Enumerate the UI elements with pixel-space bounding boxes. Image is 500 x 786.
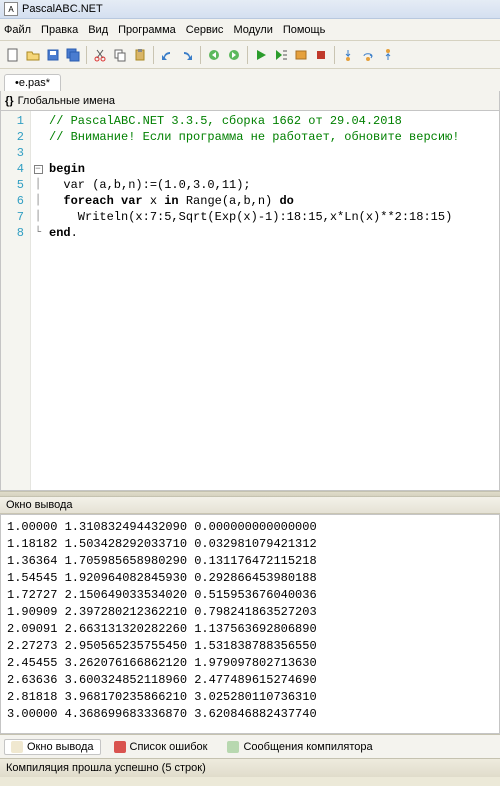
tab-output[interactable]: Окно вывода <box>4 739 101 755</box>
run-icon[interactable] <box>252 46 270 64</box>
paste-icon[interactable] <box>131 46 149 64</box>
step-into-icon[interactable] <box>339 46 357 64</box>
file-tab[interactable]: •e.pas* <box>4 74 61 91</box>
brace-icon: {} <box>5 95 14 107</box>
menu-edit[interactable]: Правка <box>41 24 78 36</box>
stop-icon[interactable] <box>312 46 330 64</box>
save-icon[interactable] <box>44 46 62 64</box>
menu-modules[interactable]: Модули <box>233 24 272 36</box>
compiler-tab-icon <box>227 741 239 753</box>
run-lines-icon[interactable] <box>272 46 290 64</box>
line-gutter: 1 2 3 4 5 6 7 8 <box>1 111 31 490</box>
tab-errors[interactable]: Список ошибок <box>107 739 215 755</box>
app-icon: A <box>4 2 18 16</box>
window-title: PascalABC.NET <box>22 3 103 15</box>
new-file-icon[interactable] <box>4 46 22 64</box>
output-tab-icon <box>11 741 23 753</box>
step-out-icon[interactable] <box>379 46 397 64</box>
scope-label: Глобальные имена <box>18 95 116 107</box>
menu-bar: Файл Правка Вид Программа Сервис Модули … <box>0 19 500 41</box>
open-file-icon[interactable] <box>24 46 42 64</box>
output-panel-title: Окно вывода <box>0 497 500 514</box>
compile-icon[interactable] <box>292 46 310 64</box>
copy-icon[interactable] <box>111 46 129 64</box>
code-editor[interactable]: 1 2 3 4 5 6 7 8 − │││└ // PascalABC.NET … <box>0 111 500 491</box>
nav-back-icon[interactable] <box>205 46 223 64</box>
tab-bar: •e.pas* <box>0 69 500 91</box>
menu-program[interactable]: Программа <box>118 24 176 36</box>
cut-icon[interactable] <box>91 46 109 64</box>
code-area[interactable]: // PascalABC.NET 3.3.5, сборка 1662 от 2… <box>45 111 499 490</box>
status-bar: Компиляция прошла успешно (5 строк) <box>0 758 500 777</box>
fold-column: − │││└ <box>31 111 45 490</box>
menu-view[interactable]: Вид <box>88 24 108 36</box>
nav-fwd-icon[interactable] <box>225 46 243 64</box>
bottom-tab-bar: Окно вывода Список ошибок Сообщения комп… <box>0 734 500 758</box>
undo-icon[interactable] <box>158 46 176 64</box>
menu-service[interactable]: Сервис <box>186 24 224 36</box>
menu-help[interactable]: Помощь <box>283 24 326 36</box>
fold-toggle-icon[interactable]: − <box>34 165 43 174</box>
output-panel[interactable]: 1.00000 1.310832494432090 0.000000000000… <box>0 514 500 734</box>
errors-tab-icon <box>114 741 126 753</box>
toolbar <box>0 41 500 69</box>
tab-compiler[interactable]: Сообщения компилятора <box>220 739 379 755</box>
redo-icon[interactable] <box>178 46 196 64</box>
status-text: Компиляция прошла успешно (5 строк) <box>6 762 206 774</box>
title-bar: A PascalABC.NET <box>0 0 500 19</box>
menu-file[interactable]: Файл <box>4 24 31 36</box>
step-over-icon[interactable] <box>359 46 377 64</box>
scope-bar[interactable]: {} Глобальные имена <box>0 91 500 111</box>
save-all-icon[interactable] <box>64 46 82 64</box>
